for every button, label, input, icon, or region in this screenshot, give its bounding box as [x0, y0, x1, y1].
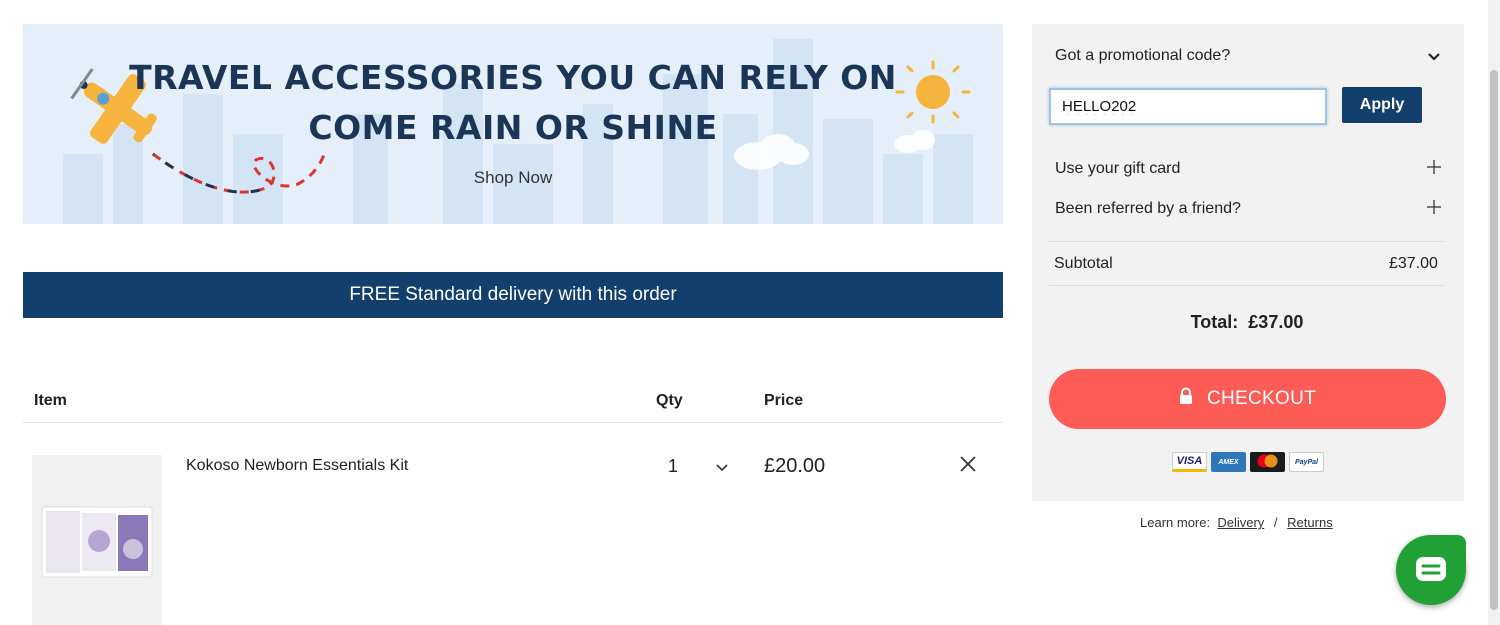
visa-icon: VISA [1172, 452, 1207, 472]
mastercard-icon [1250, 452, 1285, 472]
checkout-label: CHECKOUT [1206, 388, 1316, 409]
learn-more: Learn more: Delivery / Returns [1140, 515, 1333, 530]
paypal-icon: PayPal [1289, 452, 1324, 472]
order-total: Total: £37.00 [1049, 312, 1445, 333]
column-header-price: Price [764, 392, 804, 409]
chevron-down-icon[interactable] [715, 460, 729, 478]
chat-button[interactable] [1396, 535, 1466, 605]
promo-code-toggle[interactable]: Got a promotional code? [1055, 47, 1230, 65]
product-image[interactable] [32, 455, 162, 625]
product-price: £20.00 [764, 455, 826, 477]
amex-icon: AMEX [1211, 452, 1246, 472]
column-header-item: Item [34, 392, 67, 409]
table-divider [23, 422, 1003, 423]
total-label: Total: [1190, 312, 1239, 332]
banner-headline-line2: COME RAIN OR SHINE [308, 108, 718, 147]
learn-more-separator: / [1273, 515, 1278, 530]
referral-toggle[interactable]: Been referred by a friend? [1055, 200, 1241, 218]
chevron-down-icon[interactable] [1427, 49, 1441, 67]
scrollbar-thumb[interactable] [1490, 70, 1498, 610]
summary-divider [1049, 285, 1445, 286]
quantity-value[interactable]: 1 [668, 456, 678, 477]
close-icon[interactable] [959, 455, 977, 478]
learn-more-label: Learn more: [1140, 515, 1211, 530]
shop-now-link[interactable]: Shop Now [23, 168, 1003, 188]
lock-icon [1179, 387, 1193, 411]
total-value: £37.00 [1248, 312, 1304, 332]
returns-link[interactable]: Returns [1287, 515, 1333, 530]
subtotal-label: Subtotal [1054, 255, 1113, 272]
summary-divider [1049, 241, 1445, 242]
promo-code-input[interactable] [1049, 88, 1327, 125]
chat-icon [1416, 557, 1446, 581]
checkout-button[interactable]: CHECKOUT [1049, 369, 1446, 429]
payment-methods: VISA AMEX PayPal [1172, 452, 1324, 472]
plus-icon[interactable] [1426, 159, 1442, 180]
promo-banner[interactable]: TRAVEL ACCESSORIES YOU CAN RELY ON COME … [23, 24, 1003, 224]
apply-button[interactable]: Apply [1342, 87, 1422, 123]
banner-headline-line1: TRAVEL ACCESSORIES YOU CAN RELY ON [129, 58, 897, 97]
delivery-link[interactable]: Delivery [1217, 515, 1264, 530]
subtotal-value: £37.00 [1389, 255, 1438, 272]
plus-icon[interactable] [1426, 199, 1442, 220]
free-delivery-bar: FREE Standard delivery with this order [23, 272, 1003, 318]
product-name[interactable]: Kokoso Newborn Essentials Kit [186, 457, 408, 475]
column-header-qty: Qty [656, 392, 683, 409]
gift-card-toggle[interactable]: Use your gift card [1055, 160, 1180, 178]
